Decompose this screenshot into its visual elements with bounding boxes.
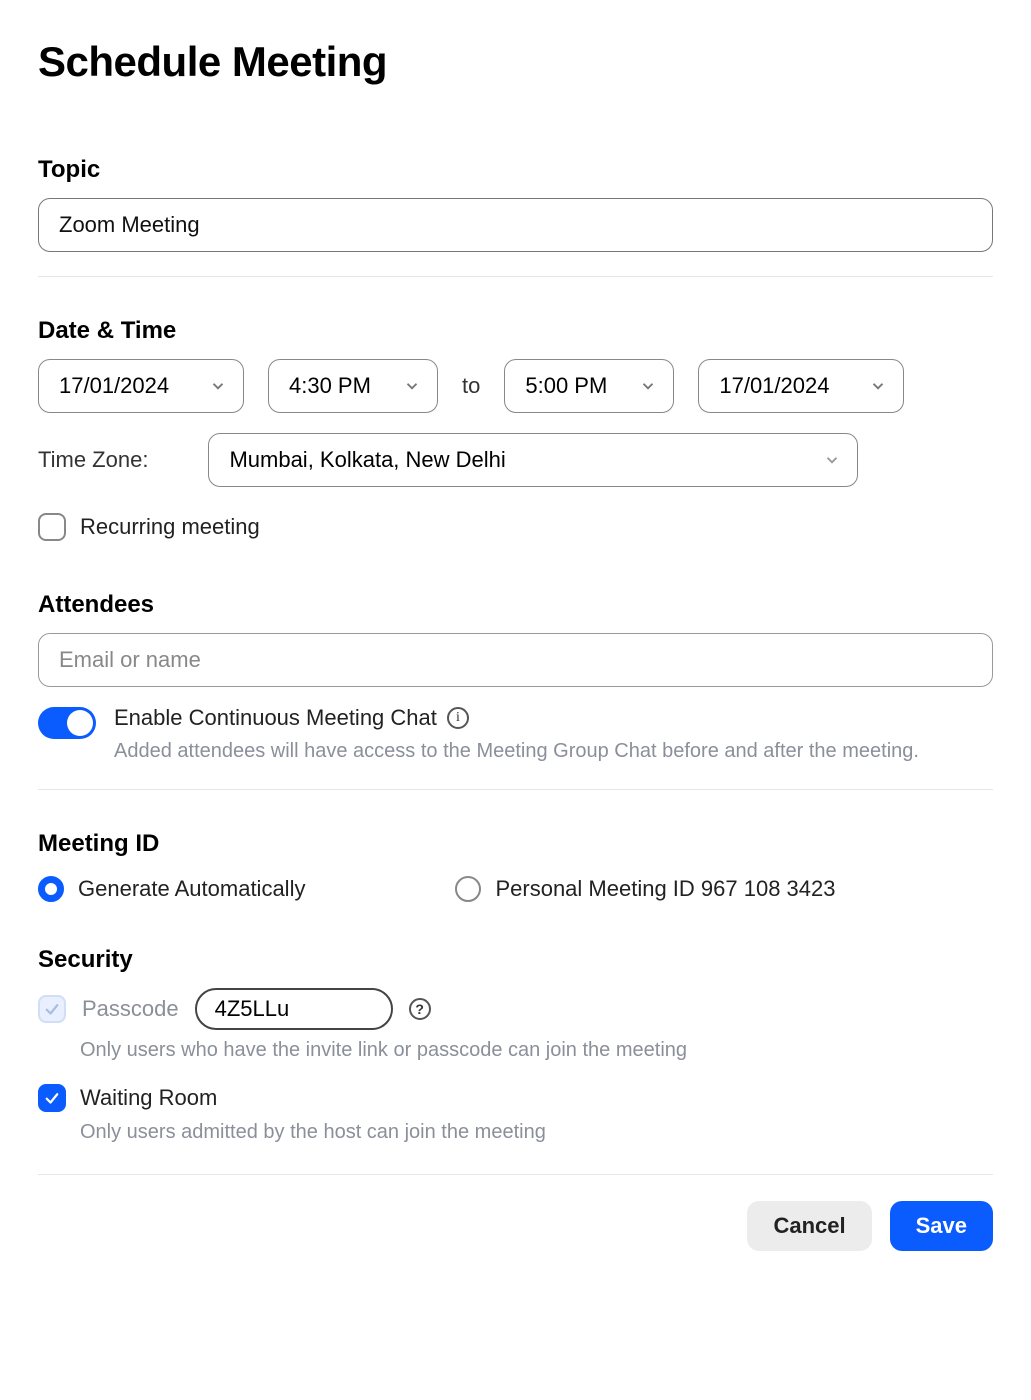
passcode-checkbox[interactable] — [38, 995, 66, 1023]
passcode-input[interactable] — [195, 988, 393, 1030]
meetingid-auto-label: Generate Automatically — [78, 876, 305, 902]
meetingid-auto-option[interactable]: Generate Automatically — [38, 876, 305, 902]
radio-unselected-icon — [455, 876, 481, 902]
waitingroom-checkbox[interactable] — [38, 1084, 66, 1112]
end-time-value: 5:00 PM — [525, 373, 607, 399]
divider — [38, 789, 993, 790]
divider — [38, 276, 993, 277]
recurring-checkbox[interactable] — [38, 513, 66, 541]
to-label: to — [462, 373, 480, 399]
chevron-down-icon — [823, 451, 841, 469]
cancel-button[interactable]: Cancel — [747, 1201, 871, 1251]
start-date-value: 17/01/2024 — [59, 373, 169, 399]
attendees-input[interactable] — [38, 633, 993, 687]
start-date-select[interactable]: 17/01/2024 — [38, 359, 244, 413]
radio-selected-icon — [38, 876, 64, 902]
info-icon[interactable]: i — [447, 707, 469, 729]
divider — [38, 1174, 993, 1175]
start-time-select[interactable]: 4:30 PM — [268, 359, 438, 413]
waitingroom-desc: Only users admitted by the host can join… — [80, 1118, 993, 1146]
recurring-label: Recurring meeting — [80, 514, 260, 540]
passcode-label: Passcode — [82, 996, 179, 1022]
timezone-label: Time Zone: — [38, 447, 148, 473]
timezone-select[interactable]: Mumbai, Kolkata, New Delhi — [208, 433, 858, 487]
continuous-chat-desc: Added attendees will have access to the … — [114, 737, 993, 765]
end-time-select[interactable]: 5:00 PM — [504, 359, 674, 413]
end-date-select[interactable]: 17/01/2024 — [698, 359, 904, 413]
chevron-down-icon — [403, 377, 421, 395]
start-time-value: 4:30 PM — [289, 373, 371, 399]
waitingroom-label: Waiting Room — [80, 1085, 217, 1111]
page-title: Schedule Meeting — [38, 38, 993, 86]
chevron-down-icon — [639, 377, 657, 395]
save-button[interactable]: Save — [890, 1201, 993, 1251]
meetingid-label: Meeting ID — [38, 830, 993, 858]
help-icon[interactable]: ? — [409, 998, 431, 1020]
continuous-chat-title: Enable Continuous Meeting Chat — [114, 705, 437, 731]
meetingid-personal-label: Personal Meeting ID 967 108 3423 — [495, 876, 835, 902]
passcode-desc: Only users who have the invite link or p… — [80, 1036, 993, 1064]
end-date-value: 17/01/2024 — [719, 373, 829, 399]
datetime-label: Date & Time — [38, 317, 993, 345]
security-label: Security — [38, 946, 993, 974]
meetingid-personal-option[interactable]: Personal Meeting ID 967 108 3423 — [455, 876, 835, 902]
topic-label: Topic — [38, 156, 993, 184]
chevron-down-icon — [869, 377, 887, 395]
timezone-value: Mumbai, Kolkata, New Delhi — [229, 447, 505, 473]
chevron-down-icon — [209, 377, 227, 395]
attendees-label: Attendees — [38, 591, 993, 619]
continuous-chat-toggle[interactable] — [38, 707, 96, 739]
topic-input[interactable] — [38, 198, 993, 252]
